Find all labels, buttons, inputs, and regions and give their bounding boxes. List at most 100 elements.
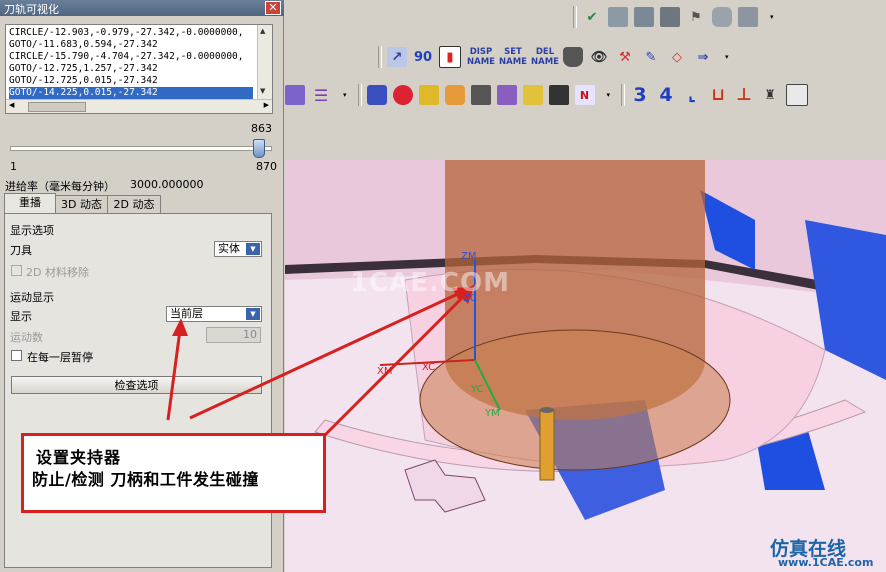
shape-icon[interactable]: ◇ — [667, 47, 687, 67]
list-item[interactable]: CIRCLE/-15.790,-4.704,-27.342,-0.0000000… — [9, 51, 253, 63]
annotation-line-2: 防止/检测 刀柄和工件发生碰撞 — [32, 470, 259, 489]
toolbar-dropdown-icon[interactable]: ▾ — [770, 13, 774, 21]
edit-icon[interactable] — [738, 7, 758, 27]
motion-display-heading: 运动显示 — [10, 291, 54, 304]
disp-name-label: DISP NAME — [467, 47, 495, 67]
tab-2d-dynamic[interactable]: 2D 动态 — [107, 195, 161, 214]
axis-label-ym: YM — [485, 408, 500, 419]
three-axis-button[interactable]: 3 — [630, 84, 650, 106]
axis-label-xm: XM — [377, 366, 393, 377]
verify-check-icon[interactable]: ✔ — [582, 7, 602, 27]
material-removal-2d-checkbox[interactable] — [11, 265, 22, 276]
scroll-left-icon[interactable]: ◀ — [9, 101, 14, 109]
toolbar-separator — [378, 46, 382, 68]
material-removal-2d-label: 2D 材料移除 — [26, 266, 89, 279]
list-view-icon[interactable]: ☰ — [311, 85, 331, 105]
ball-icon[interactable] — [392, 85, 413, 105]
chevron-down-icon[interactable]: ▼ — [246, 243, 260, 255]
tools-icon[interactable]: ⚒ — [615, 47, 635, 67]
graphics-viewport[interactable]: ZM ZC XM XC YC YM — [285, 160, 886, 572]
horizontal-scrollbar[interactable]: ◀ ▶ — [6, 99, 272, 113]
display-mode-select[interactable]: 当前层 ▼ — [166, 306, 262, 322]
tab-3d-dynamic[interactable]: 3D 动态 — [55, 195, 108, 214]
pencil-icon[interactable]: ✎ — [641, 47, 661, 67]
dialog-title: 刀轨可视化 — [4, 3, 59, 16]
tool-label: 刀具 — [10, 244, 32, 257]
scroll-up-icon[interactable]: ▲ — [260, 27, 265, 35]
toolbar-dropdown-icon[interactable]: ▾ — [607, 91, 611, 99]
toolbar-dropdown-icon[interactable]: ▾ — [343, 91, 347, 99]
list-item-selected[interactable]: GOTO/-14.225,0.015,-27.342 — [9, 87, 253, 99]
brush-icon[interactable] — [496, 85, 517, 105]
display-label: 显示 — [10, 310, 32, 323]
tool-display-select[interactable]: 实体 ▼ — [214, 241, 262, 257]
step-icon[interactable]: ⊔ — [708, 85, 728, 105]
vertical-scrollbar[interactable]: ▲ ▼ — [257, 25, 272, 100]
comment-icon[interactable] — [712, 7, 732, 27]
display-path-icon[interactable]: ↗ — [387, 47, 407, 67]
floor-icon[interactable]: ⊥ — [734, 85, 754, 105]
cutter-top — [540, 407, 554, 413]
table-icon[interactable] — [786, 84, 809, 106]
list-item[interactable]: GOTO/-12.725,0.015,-27.342 — [9, 75, 253, 87]
feed-rate-value: 3000.000000 — [130, 178, 204, 191]
toolbar-separator — [621, 84, 626, 106]
del-name-button[interactable]: DEL NAME — [531, 47, 559, 67]
scroll-right-icon[interactable]: ▶ — [264, 101, 269, 109]
set-name-button[interactable]: SET NAME — [499, 47, 527, 67]
tool-holder-icon[interactable] — [563, 47, 583, 67]
list-item[interactable]: GOTO/-11.683,0.594,-27.342 — [9, 39, 253, 51]
rotate-90-icon[interactable]: 90 — [413, 47, 433, 67]
puzzle-icon[interactable] — [444, 85, 465, 105]
dialog-titlebar[interactable]: 刀轨可视化 ✕ — [0, 0, 284, 16]
set-name-label: SET NAME — [499, 47, 527, 67]
motion-count-field[interactable]: 10 — [206, 327, 261, 343]
eye-icon[interactable]: 👁 — [589, 47, 609, 67]
scroll-down-icon[interactable]: ▼ — [260, 87, 265, 95]
axis-label-zm: ZM — [461, 251, 477, 262]
tool-path-listbox[interactable]: CIRCLE/-12.903,-0.979,-27.342,-0.0000000… — [5, 24, 273, 114]
list-icon[interactable]: ▮ — [439, 46, 461, 68]
scene-svg — [285, 160, 886, 572]
profile-icon[interactable]: ⌞ — [682, 85, 702, 105]
arrow-right-icon[interactable]: ⇒ — [693, 47, 713, 67]
list-item[interactable]: CIRCLE/-12.903,-0.979,-27.342,-0.0000000… — [9, 27, 253, 39]
display-options-heading: 显示选项 — [10, 224, 54, 237]
axis-label-yc: YC — [471, 384, 484, 395]
toolbar-dropdown-icon[interactable]: ▾ — [725, 53, 729, 61]
pause-each-layer-checkbox[interactable] — [11, 350, 22, 361]
block-icon[interactable] — [366, 85, 387, 105]
annotation-line-1: 设置夹持器 — [36, 448, 122, 467]
scroll-thumb[interactable] — [28, 102, 86, 112]
disp-name-button[interactable]: DISP NAME — [467, 47, 495, 67]
cube-icon[interactable] — [470, 85, 491, 105]
pause-each-layer-label: 在每一层暂停 — [27, 351, 93, 364]
cutter — [539, 409, 555, 481]
tab-replay[interactable]: 重播 — [4, 193, 56, 215]
printer-icon[interactable] — [548, 85, 569, 105]
slider-max-label: 870 — [256, 160, 277, 173]
annotation-callout: 设置夹持器 防止/检测 刀柄和工件发生碰撞 — [21, 433, 326, 513]
chevron-down-icon[interactable]: ▼ — [246, 308, 260, 320]
machine-icon[interactable] — [608, 7, 628, 27]
flag-icon[interactable]: ⚑ — [686, 7, 706, 27]
corner-watermark-url: www.1CAE.com — [778, 556, 874, 569]
paint-icon[interactable] — [522, 85, 543, 105]
mill-icon[interactable] — [634, 7, 654, 27]
slider-min-label: 1 — [10, 160, 17, 173]
calendar-icon[interactable]: N — [574, 85, 595, 105]
close-button[interactable]: ✕ — [265, 1, 281, 15]
list-item[interactable]: GOTO/-12.725,1.257,-27.342 — [9, 63, 253, 75]
four-axis-button[interactable]: 4 — [656, 84, 676, 106]
animation-slider-track[interactable] — [10, 146, 272, 151]
bar-icon[interactable] — [418, 85, 439, 105]
probe-icon[interactable]: ♜ — [760, 85, 780, 105]
watermark: 1CAE.COM — [350, 268, 510, 298]
motion-count-label: 运动数 — [10, 331, 43, 344]
toolbar-area: ✔ ⚑ ▾ ↗ 90 ▮ DISP NAME SET NAME DEL NAME… — [285, 0, 886, 160]
grid-icon[interactable] — [660, 7, 680, 27]
axis-label-xc: XC — [422, 362, 436, 373]
operation-icon[interactable] — [285, 85, 305, 105]
animation-slider-thumb[interactable] — [253, 139, 265, 158]
check-options-button[interactable]: 检查选项 — [11, 376, 262, 394]
